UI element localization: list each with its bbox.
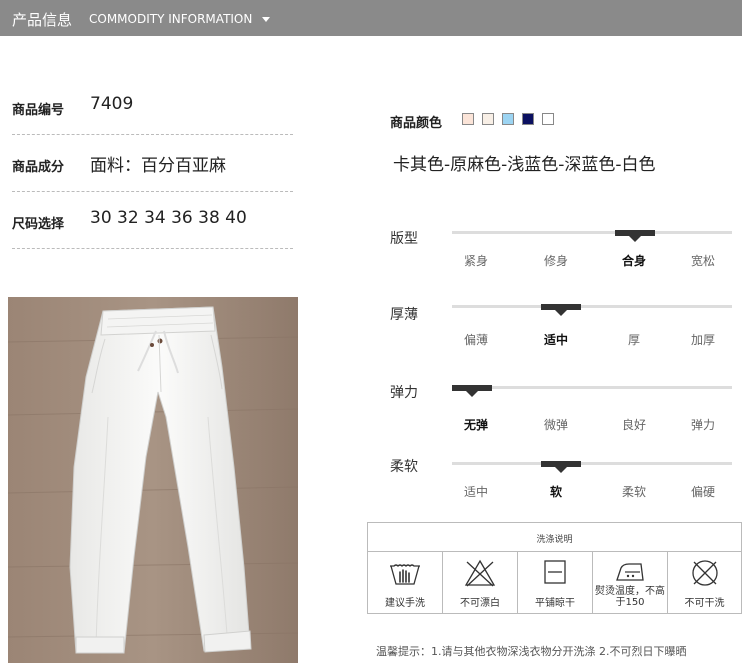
care-caption: 建议手洗 [385,598,425,609]
spec-option: 微弹 [543,418,568,432]
product-photo [8,297,298,663]
care-caption: 不可漂白 [460,598,500,609]
care-tip: 温馨提示：1.请与其他衣物深浅衣物分开洗涤 2.不可烈日下曝晒 [376,645,687,658]
section-header: 产品信息 COMMODITY INFORMATION [0,0,742,36]
dry-flat-icon [544,560,566,584]
info-value: 7409 [90,94,134,114]
color-swatch-dark-blue[interactable] [522,113,534,125]
spec-option: 加厚 [690,333,715,347]
care-item-dry-flat: 平铺晾干 [518,552,593,613]
caret-down-icon[interactable] [262,17,270,22]
care-item-iron: 熨烫温度，不高于150 [593,552,668,613]
spec-option: 宽松 [690,254,715,268]
spec-track-fit [452,230,732,236]
spec-option: 厚 [627,333,640,347]
care-title: 洗涤说明 [536,535,573,545]
color-swatch-natural[interactable] [482,113,494,125]
spec-track-elasticity [452,385,732,391]
spec-indicator [452,385,492,391]
spec-option: 软 [549,485,562,499]
info-row-material: 商品成分 面料：百分百亚麻 [12,135,293,192]
spec-option: 偏薄 [463,333,488,347]
section-title: 产品信息 [12,11,73,29]
care-instructions: 洗涤说明 建议手洗 不可漂白 平铺晾干 熨烫温度，不高于150 不可干洗 [367,522,742,614]
spec-option: 合身 [621,254,646,268]
spec-option: 修身 [543,254,568,268]
spec-option: 偏硬 [690,485,715,499]
spec-label-elasticity: 弹力 [390,385,418,401]
care-caption: 平铺晾干 [535,598,575,609]
care-item-no-bleach: 不可漂白 [443,552,518,613]
spec-option: 良好 [621,418,646,432]
spec-option: 紧身 [463,254,488,268]
section-subtitle: COMMODITY INFORMATION [89,12,253,26]
care-item-hand-wash: 建议手洗 [368,552,443,613]
spec-option: 弹力 [690,418,715,432]
info-row-code: 商品编号 7409 [12,78,293,135]
care-item-no-dry-clean: 不可干洗 [668,552,741,613]
spec-label-softness: 柔软 [390,459,418,475]
spec-track-thickness [452,304,732,310]
care-header: 洗涤说明 [368,523,741,552]
info-value: 面料：百分百亚麻 [90,156,226,176]
spec-indicator [615,230,655,236]
info-label: 商品编号 [12,103,65,118]
info-label: 商品成分 [12,160,65,175]
info-row-sizes: 尺码选择 30 32 34 36 38 40 [12,192,293,249]
info-label: 尺码选择 [12,217,65,232]
spec-option: 无弹 [463,418,488,432]
care-caption: 熨烫温度，不高于150 [595,586,665,608]
spec-label-fit: 版型 [390,231,418,247]
spec-track-softness [452,461,732,467]
spec-indicator [541,461,581,467]
no-bleach-icon [464,559,496,587]
spec-option: 适中 [543,333,568,347]
color-names: 卡其色-原麻色-浅蓝色-深蓝色-白色 [393,155,656,175]
no-dry-clean-icon [691,560,718,586]
color-label: 商品颜色 [390,116,443,131]
spec-indicator [541,304,581,310]
care-caption: 不可干洗 [684,598,725,609]
spec-option: 柔软 [621,485,646,499]
iron-icon [616,563,644,581]
info-value: 30 32 34 36 38 40 [90,208,247,228]
hand-wash-icon [390,564,420,585]
color-swatch-khaki[interactable] [462,113,474,125]
spec-option: 适中 [463,485,488,499]
spec-label-thickness: 厚薄 [390,307,418,323]
pants-image [8,297,298,663]
color-swatch-white[interactable] [542,113,554,125]
color-swatch-light-blue[interactable] [502,113,514,125]
